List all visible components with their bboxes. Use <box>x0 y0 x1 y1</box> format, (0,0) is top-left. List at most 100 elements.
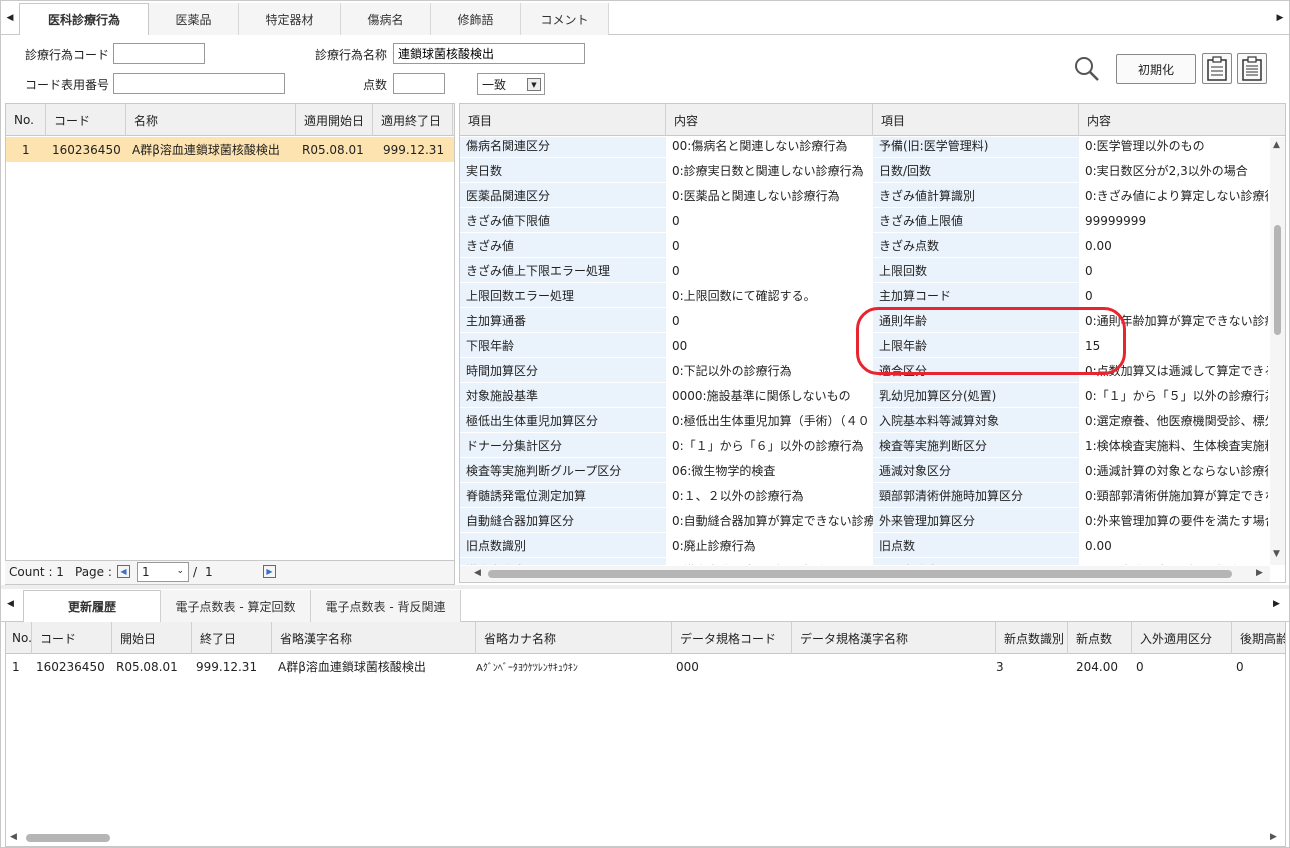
row-start-date: R05.08.01 <box>302 142 364 157</box>
row-code: 160236450 <box>52 142 121 157</box>
col-item-2[interactable]: 項目 <box>873 104 1079 136</box>
detail-item-label: 漢字名称変更区分 <box>460 558 666 565</box>
page-select[interactable]: 1 ⌄ <box>137 562 189 582</box>
col-elderly[interactable]: 後期高齢 <box>1232 622 1285 654</box>
page-select-value: 1 <box>142 565 150 579</box>
prev-page-icon[interactable]: ◀ <box>117 565 130 578</box>
detail-row[interactable]: 実日数 0:診療実日数と関連しない診療行為 日数/回数 0:実日数区分が2,3以外の場… <box>460 158 1268 183</box>
detail-row[interactable]: 脊髄誘発電位測定加算 0:１、２以外の診療行為 頸部郭清術併施時加算区分 0:頸部郭清… <box>460 483 1268 508</box>
detail-item-label: 逓減対象区分 <box>873 458 1079 483</box>
detail-row[interactable]: 漢字名称変更区分0:漢字名称に変更がない場合カナ名称変更区分0:カナ名称に変更が… <box>460 558 1268 565</box>
col-spec-code[interactable]: データ規格コード <box>672 622 792 654</box>
col-name[interactable]: 名称 <box>126 104 296 136</box>
detail-row[interactable]: きざみ値下限値 0 きざみ値上限値 99999999 <box>460 208 1268 233</box>
detail-item-label: 上限回数 <box>873 258 1079 283</box>
detail-horizontal-scrollbar[interactable]: ◀ ▶ <box>460 566 1270 582</box>
detail-item-value: 0 <box>1085 288 1093 303</box>
scroll-down-icon[interactable]: ▼ <box>1273 549 1280 559</box>
tab-disease-names[interactable]: 傷病名 <box>341 3 431 35</box>
detail-row[interactable]: きざみ値上下限エラー処理 0 上限回数 0 <box>460 258 1268 283</box>
col-code[interactable]: コード <box>32 622 112 654</box>
row-start-date: R05.08.01 <box>116 659 178 674</box>
count-text: Count : 1 <box>9 565 64 579</box>
col-kana-name[interactable]: 省略カナ名称 <box>476 622 672 654</box>
col-no[interactable]: No. <box>6 104 46 136</box>
col-item-1[interactable]: 項目 <box>460 104 666 136</box>
detail-item-label: 医薬品関連区分 <box>460 183 666 208</box>
col-inout[interactable]: 入外適用区分 <box>1132 622 1232 654</box>
detail-row[interactable]: きざみ値 0 きざみ点数 0.00 <box>460 233 1268 258</box>
tab-materials[interactable]: 特定器材 <box>239 3 341 35</box>
tab-drugs[interactable]: 医薬品 <box>149 3 239 35</box>
tab-calc-count[interactable]: 電子点数表 - 算定回数 <box>161 590 311 622</box>
scroll-up-icon[interactable]: ▲ <box>1273 140 1280 150</box>
detail-row[interactable]: 対象施設基準 0000:施設基準に関係しないもの 乳幼児加算区分(処置) 0:「１」か… <box>460 383 1268 408</box>
col-start-date[interactable]: 適用開始日 <box>296 104 373 136</box>
scroll-right-icon[interactable]: ▶ <box>1256 568 1263 578</box>
col-start-date[interactable]: 開始日 <box>112 622 192 654</box>
col-kanji-name[interactable]: 省略漢字名称 <box>272 622 476 654</box>
tab-scroll-right-icon[interactable]: ▶ <box>1273 599 1280 609</box>
tab-scroll-right-icon[interactable]: ▶ <box>1271 1 1289 35</box>
detail-item-label: 下限年齢 <box>460 333 666 358</box>
detail-row[interactable]: 旧点数識別 0:廃止診療行為 旧点数 0.00 <box>460 533 1268 558</box>
detail-item-value: 0:医学管理以外のもの <box>1085 139 1205 153</box>
col-no[interactable]: No. <box>6 622 32 654</box>
tab-comments[interactable]: コメント <box>521 3 609 35</box>
detail-row[interactable]: ドナー分集計区分 0:「１」から「６」以外の診療行為 検査等実施判断区分 1:検体検査… <box>460 433 1268 458</box>
col-code[interactable]: コード <box>46 104 126 136</box>
match-select[interactable]: 一致 ▼ <box>477 73 545 95</box>
scroll-right-icon[interactable]: ▶ <box>1270 832 1277 842</box>
detail-row[interactable]: 医薬品関連区分 0:医薬品と関連しない診療行為 きざみ値計算識別 0:きざみ値により算… <box>460 183 1268 208</box>
scroll-thumb[interactable] <box>488 570 1232 578</box>
tab-scroll-left-icon[interactable]: ◀ <box>1 1 19 35</box>
table-row[interactable]: 1 160236450 R05.08.01 999.12.31 A群β溶血連鎖球… <box>6 654 1285 679</box>
name-input[interactable] <box>393 43 585 64</box>
points-input[interactable] <box>393 73 445 94</box>
table-no-label: コード表用番号 <box>24 78 109 92</box>
detail-vertical-scrollbar[interactable]: ▲ ▼ <box>1270 137 1285 565</box>
detail-row[interactable]: 上限回数エラー処理 0:上限回数にて確認する。 主加算コード 0 <box>460 283 1268 308</box>
detail-item-value: 99999999 <box>1085 213 1147 228</box>
detail-row[interactable]: 自動縫合器加算区分 0:自動縫合器加算が算定できない診療行 外来管理加算区分 0:外来… <box>460 508 1268 533</box>
detail-row[interactable]: 極低出生体重児加算区分 0:極低出生体重児加算（手術）（４０ 入院基本料等減算対象 0… <box>460 408 1268 433</box>
next-page-icon[interactable]: ▶ <box>263 565 276 578</box>
row-end-date: 999.12.31 <box>383 142 445 157</box>
scroll-thumb[interactable] <box>1274 225 1281 335</box>
tab-conflicts[interactable]: 電子点数表 - 背反関連 <box>311 590 461 622</box>
detail-item-value: 0:逓減計算の対象とならない診療行為 <box>1085 464 1268 478</box>
table-no-input[interactable] <box>113 73 285 94</box>
scroll-left-icon[interactable]: ◀ <box>474 568 481 578</box>
scroll-thumb[interactable] <box>26 834 110 842</box>
search-icon[interactable] <box>1073 55 1101 83</box>
col-end-date[interactable]: 適用終了日 <box>373 104 453 136</box>
tab-modifiers[interactable]: 修飾語 <box>431 3 521 35</box>
tab-scroll-left-icon[interactable]: ◀ <box>7 599 14 609</box>
col-new-points-id[interactable]: 新点数識別 <box>996 622 1068 654</box>
col-end-date[interactable]: 終了日 <box>192 622 272 654</box>
row-no: 1 <box>12 659 20 674</box>
detail-item-label: 入院基本料等減算対象 <box>873 408 1079 433</box>
detail-item-label: 日数/回数 <box>873 158 1079 183</box>
clipboard-list-icon[interactable] <box>1202 53 1232 84</box>
tab-update-history[interactable]: 更新履歴 <box>23 590 161 622</box>
col-content-2[interactable]: 内容 <box>1079 104 1269 136</box>
tab-medical-procedure[interactable]: 医科診療行為 <box>19 3 149 35</box>
code-input[interactable] <box>113 43 205 64</box>
row-new-points: 204.00 <box>1076 659 1118 674</box>
history-grid-header: No. コード 開始日 終了日 省略漢字名称 省略カナ名称 データ規格コード デ… <box>6 622 1285 654</box>
reset-button[interactable]: 初期化 <box>1116 54 1196 84</box>
table-row[interactable]: 1 160236450 A群β溶血連鎖球菌核酸検出 R05.08.01 999.… <box>6 137 454 162</box>
detail-row[interactable]: 検査等実施判断グループ区分 06:微生物学的検査 逓減対象区分 0:逓減計算の対象とな… <box>460 458 1268 483</box>
row-kanji-name: A群β溶血連鎖球菌核酸検出 <box>278 660 426 674</box>
detail-item-label: 予備(旧:医学管理料) <box>873 137 1079 158</box>
detail-row[interactable]: 傷病名関連区分 00:傷病名と関連しない診療行為 予備(旧:医学管理料) 0:医学管理… <box>460 137 1268 158</box>
scroll-left-icon[interactable]: ◀ <box>10 832 17 842</box>
col-content-1[interactable]: 内容 <box>666 104 873 136</box>
col-spec-kanji[interactable]: データ規格漢字名称 <box>792 622 996 654</box>
detail-item-label: ドナー分集計区分 <box>460 433 666 458</box>
detail-item-label: 時間加算区分 <box>460 358 666 383</box>
clipboard-copy-icon[interactable] <box>1237 53 1267 84</box>
col-new-points[interactable]: 新点数 <box>1068 622 1132 654</box>
history-horizontal-scrollbar[interactable]: ◀ ▶ <box>6 830 1285 846</box>
